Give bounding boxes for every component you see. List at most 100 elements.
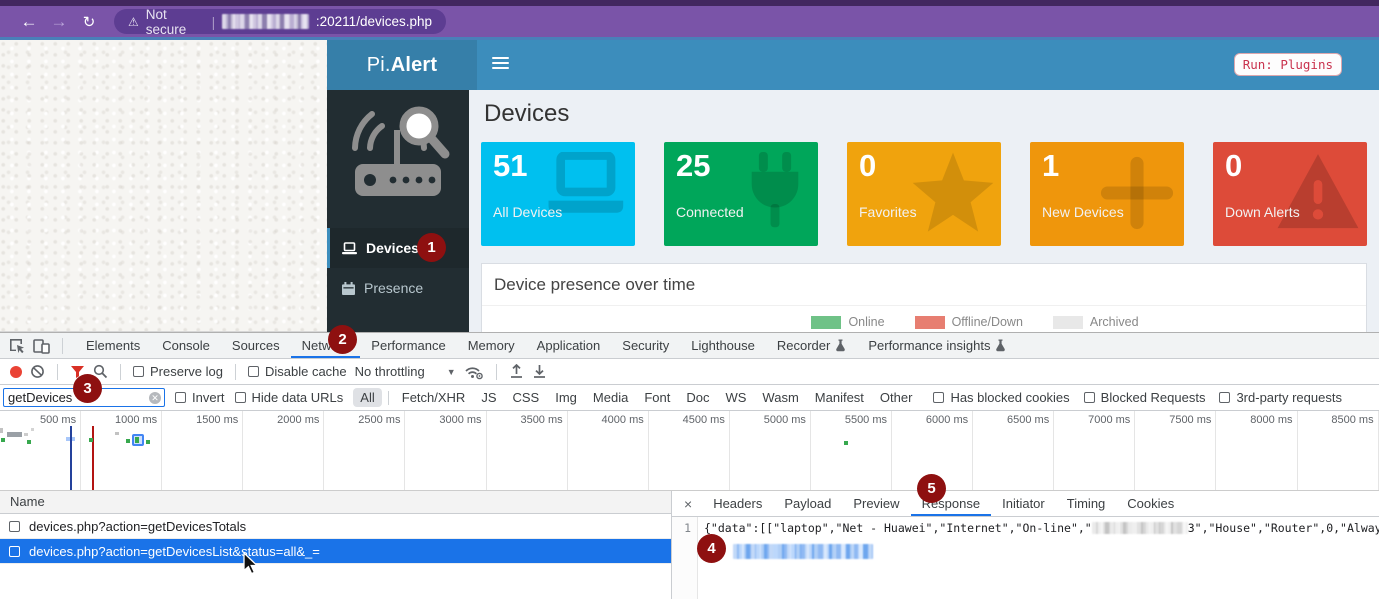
card-down-alerts[interactable]: 0 Down Alerts	[1213, 142, 1367, 246]
timeline-tick: 7500 ms	[1135, 411, 1216, 490]
throttling-value: No throttling	[355, 364, 425, 379]
reload-button[interactable]: ↻	[74, 13, 104, 31]
annotation-step-5: 5	[917, 474, 946, 503]
filter-pill-img[interactable]: Img	[548, 388, 584, 407]
devtools-tabs: ElementsConsoleSourcesNetworkPerformance…	[75, 333, 1017, 358]
filter-pill-wasm[interactable]: Wasm	[755, 388, 805, 407]
export-har-icon[interactable]	[532, 364, 547, 379]
record-network-log-icon[interactable]	[10, 366, 22, 378]
request-list: Name devices.php?action=getDevicesTotals…	[0, 491, 672, 599]
legend-swatch	[915, 316, 945, 329]
checkbox-icon[interactable]	[9, 546, 20, 557]
detail-tab-initiator[interactable]: Initiator	[991, 491, 1056, 516]
timeline-tick: 8000 ms	[1216, 411, 1297, 490]
filter-pill-fetch-xhr[interactable]: Fetch/XHR	[395, 388, 473, 407]
devtools-tab-performance-insights[interactable]: Performance insights	[857, 333, 1017, 358]
checkbox-icon	[1219, 392, 1230, 403]
card-new-devices[interactable]: 1 New Devices	[1030, 142, 1184, 246]
card-label: Connected	[676, 204, 744, 220]
filter-pill-other[interactable]: Other	[873, 388, 920, 407]
detail-tab-payload[interactable]: Payload	[773, 491, 842, 516]
device-toolbar-icon[interactable]	[33, 338, 50, 354]
filter-pill-ws[interactable]: WS	[718, 388, 753, 407]
preserve-log-checkbox[interactable]: Preserve log	[133, 364, 223, 379]
hide-data-urls-checkbox[interactable]: Hide data URLs	[235, 390, 344, 405]
sidebar-item-devices[interactable]: Devices	[327, 228, 469, 268]
waterfall-marker	[146, 440, 150, 444]
devtools-tab-memory[interactable]: Memory	[457, 333, 526, 358]
filter-pill-css[interactable]: CSS	[506, 388, 547, 407]
checkbox-icon[interactable]	[9, 521, 20, 532]
devtools-tab-recorder[interactable]: Recorder	[766, 333, 857, 358]
card-label: Down Alerts	[1225, 204, 1300, 220]
network-conditions-icon[interactable]	[464, 364, 484, 380]
disable-cache-checkbox[interactable]: Disable cache	[248, 364, 347, 379]
address-bar[interactable]: ⚠ Not secure | :20211/devices.php	[114, 9, 446, 34]
request-name-column-header[interactable]: Name	[0, 491, 671, 514]
run-plugins-button[interactable]: Run: Plugins	[1234, 53, 1342, 76]
card-label: New Devices	[1042, 204, 1124, 220]
legend-label: Archived	[1090, 315, 1139, 329]
devtools-tab-performance[interactable]: Performance	[360, 333, 456, 358]
card-connected[interactable]: 25 Connected	[664, 142, 818, 246]
card-favorites[interactable]: 0 Favorites	[847, 142, 1001, 246]
sidebar-item-label: Presence	[364, 280, 423, 296]
address-divider: |	[212, 14, 216, 30]
clear-network-log-icon[interactable]	[30, 364, 45, 379]
legend-item: Archived	[1053, 315, 1139, 329]
detail-tab-timing[interactable]: Timing	[1056, 491, 1117, 516]
network-overview-timeline[interactable]: 500 ms1000 ms1500 ms2000 ms2500 ms3000 m…	[0, 411, 1379, 491]
checkbox-icon	[1084, 392, 1095, 403]
waterfall-marker	[89, 438, 93, 442]
invert-label: Invert	[192, 390, 225, 405]
legend-item: Online	[811, 315, 884, 329]
line-number: 1	[672, 517, 698, 599]
devtools-tab-elements[interactable]: Elements	[75, 333, 151, 358]
filter-pill-media[interactable]: Media	[586, 388, 635, 407]
card-label: All Devices	[493, 204, 562, 220]
presence-legend: OnlineOffline/DownArchived	[602, 306, 1366, 329]
forward-button[interactable]: →	[44, 12, 74, 32]
waterfall-marker	[24, 433, 28, 436]
detail-tab-headers[interactable]: Headers	[702, 491, 773, 516]
clear-filter-icon[interactable]: ✕	[149, 392, 161, 404]
devtools-tab-security[interactable]: Security	[611, 333, 680, 358]
throttling-dropdown[interactable]: No throttling ▼	[355, 364, 456, 379]
timeline-tick: 5500 ms	[811, 411, 892, 490]
devtools-tab-application[interactable]: Application	[526, 333, 612, 358]
app-header: Pi.Alert Run: Plugins Syn (28,	[327, 40, 1379, 90]
filter-checkbox-3rd-party-requests[interactable]: 3rd-party requests	[1219, 390, 1342, 405]
filter-pill-js[interactable]: JS	[474, 388, 503, 407]
filter-checkbox-has-blocked-cookies[interactable]: Has blocked cookies	[933, 390, 1069, 405]
timeline-tick: 4000 ms	[568, 411, 649, 490]
app-logo-text[interactable]: Pi.Alert	[327, 40, 477, 90]
back-button[interactable]: ←	[14, 12, 44, 32]
presence-panel: Device presence over time OnlineOffline/…	[481, 263, 1367, 332]
waterfall-marker	[70, 426, 72, 491]
waterfall-marker	[115, 432, 119, 435]
card-all-devices[interactable]: 51 All Devices	[481, 142, 635, 246]
detail-tab-cookies[interactable]: Cookies	[1116, 491, 1185, 516]
request-row-get-devices-totals[interactable]: devices.php?action=getDevicesTotals	[0, 514, 671, 539]
filter-pill-all[interactable]: All	[353, 388, 381, 407]
inspect-element-icon[interactable]	[8, 337, 25, 354]
devtools-tab-console[interactable]: Console	[151, 333, 221, 358]
redacted-query-param	[733, 544, 873, 559]
calendar-icon	[342, 282, 355, 295]
devtools-tab-lighthouse[interactable]: Lighthouse	[680, 333, 766, 358]
request-row-get-devices-list[interactable]: devices.php?action=getDevicesList&status…	[0, 539, 671, 564]
close-icon[interactable]: ×	[674, 496, 702, 512]
hamburger-icon[interactable]	[492, 57, 509, 72]
timeline-tick: 3500 ms	[487, 411, 568, 490]
sidebar-item-presence[interactable]: Presence	[327, 268, 469, 308]
filter-pill-manifest[interactable]: Manifest	[808, 388, 871, 407]
filter-checkbox-blocked-requests[interactable]: Blocked Requests	[1084, 390, 1206, 405]
detail-tab-preview[interactable]: Preview	[842, 491, 910, 516]
invert-checkbox[interactable]: Invert	[175, 390, 225, 405]
legend-swatch	[811, 316, 841, 329]
devtools-tab-strip: ElementsConsoleSourcesNetworkPerformance…	[0, 333, 1379, 359]
filter-pill-font[interactable]: Font	[637, 388, 677, 407]
filter-pill-doc[interactable]: Doc	[679, 388, 716, 407]
devtools-tab-sources[interactable]: Sources	[221, 333, 291, 358]
import-har-icon[interactable]	[509, 364, 524, 379]
